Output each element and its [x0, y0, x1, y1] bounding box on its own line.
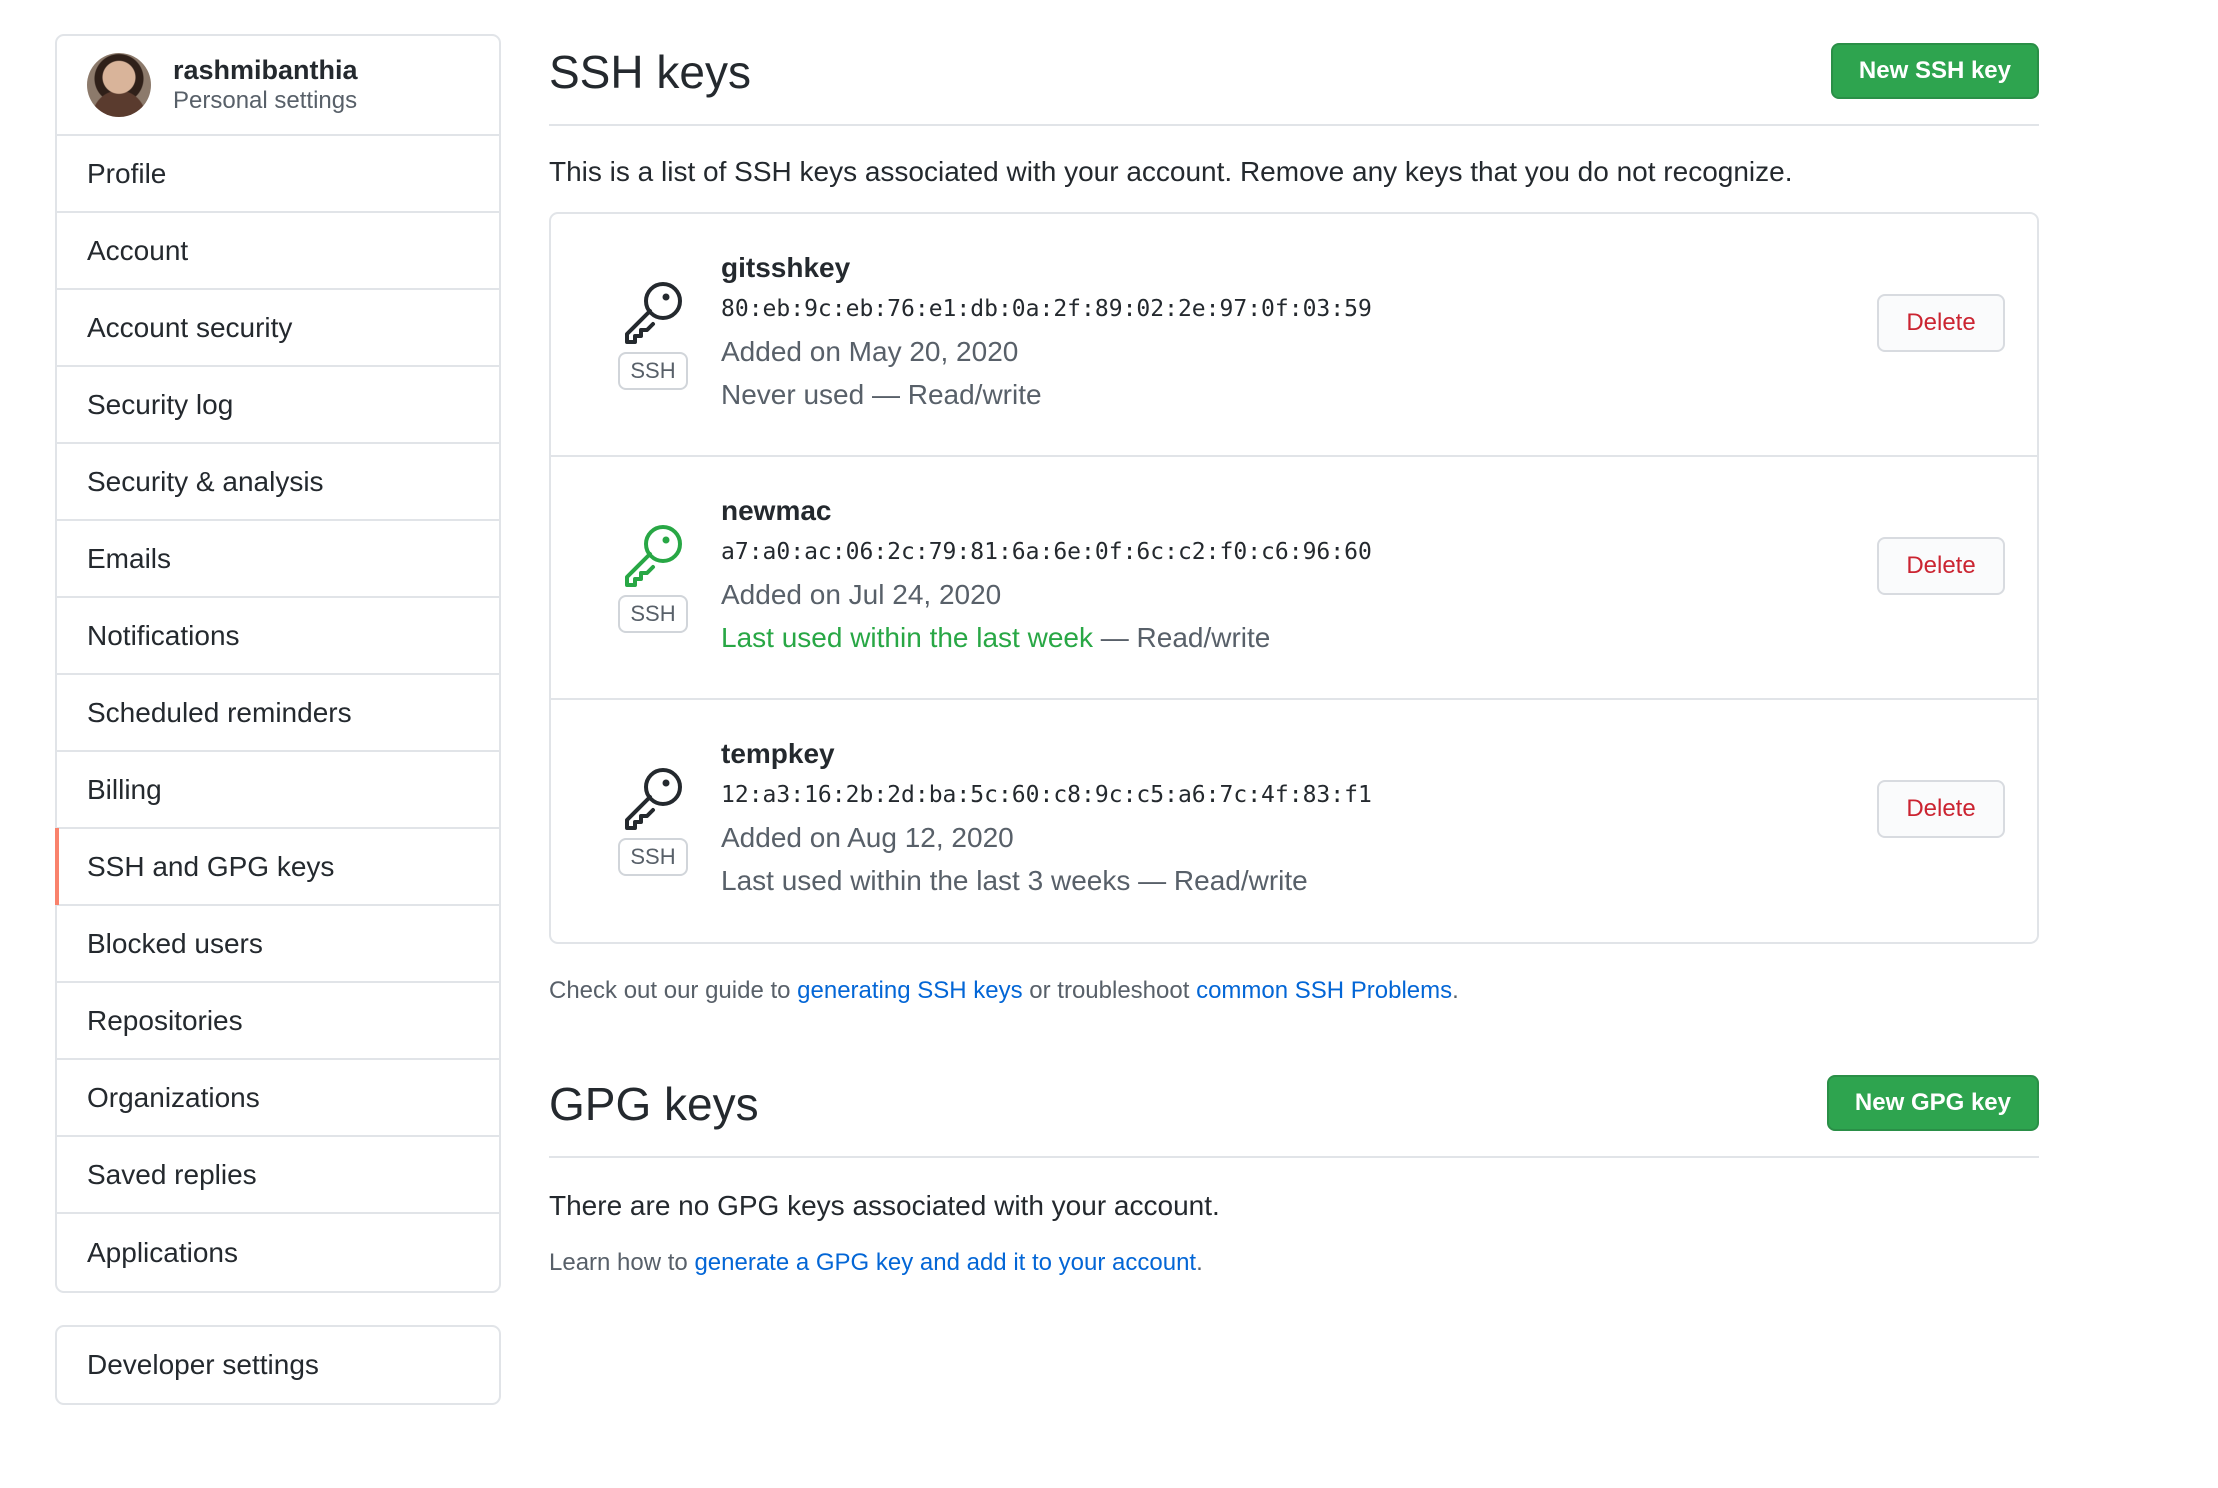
ssh-guide-text: Check out our guide to generating SSH ke…	[549, 974, 2039, 1008]
guide-prefix: Check out our guide to	[549, 977, 798, 1004]
new-gpg-key-button[interactable]: New GPG key	[1826, 1075, 2039, 1131]
user-name[interactable]: rashmibanthia	[173, 54, 358, 86]
key-fingerprint: a7:a0:ac:06:2c:79:81:6a:6e:0f:6c:c2:f0:c…	[721, 539, 1372, 565]
key-last-used: Last used within the last week	[721, 622, 1093, 653]
settings-menu: rashmibanthia Personal settings Profile …	[55, 34, 501, 1293]
sidebar-item-notifications[interactable]: Notifications	[57, 598, 499, 675]
ssh-keys-section: SSH keys New SSH key This is a list of S…	[549, 34, 2039, 1008]
key-added-date: Added on Jul 24, 2020	[721, 579, 1002, 610]
learn-suffix: .	[1196, 1249, 1203, 1276]
ssh-key-row: SSH tempkey 12:a3:16:2b:2d:ba:5c:60:c8:9…	[551, 700, 2037, 942]
sidebar-item-emails[interactable]: Emails	[57, 521, 499, 598]
key-added-date: Added on Aug 12, 2020	[721, 822, 1014, 853]
gpg-subhead: GPG keys New GPG key	[549, 1066, 2039, 1158]
developer-menu: Developer settings	[55, 1325, 501, 1405]
generate-gpg-key-link[interactable]: generate a GPG key and add it to your ac…	[694, 1249, 1196, 1276]
key-usage: Never used — Read/write	[721, 373, 1372, 416]
key-usage: Last used within the last 3 weeks — Read…	[721, 859, 1372, 902]
guide-suffix: .	[1452, 977, 1459, 1004]
guide-middle: or troubleshoot	[1022, 977, 1197, 1004]
key-badge: SSH	[615, 276, 691, 390]
key-fingerprint: 12:a3:16:2b:2d:ba:5c:60:c8:9c:c5:a6:7c:4…	[721, 782, 1372, 808]
learn-prefix: Learn how to	[549, 1249, 695, 1276]
settings-sidebar: rashmibanthia Personal settings Profile …	[55, 34, 501, 1405]
key-details: gitsshkey 80:eb:9c:eb:76:e1:db:0a:2f:89:…	[721, 248, 1372, 416]
avatar[interactable]	[87, 53, 151, 117]
sidebar-item-repositories[interactable]: Repositories	[57, 983, 499, 1060]
sidebar-item-scheduled-reminders[interactable]: Scheduled reminders	[57, 675, 499, 752]
ssh-key-row: SSH newmac a7:a0:ac:06:2c:79:81:6a:6e:0f…	[551, 457, 2037, 700]
main-content: SSH keys New SSH key This is a list of S…	[549, 34, 2039, 1280]
key-access: — Read/write	[1092, 622, 1271, 653]
sidebar-item-account[interactable]: Account	[57, 213, 499, 290]
ssh-subhead: SSH keys New SSH key	[549, 34, 2039, 126]
ssh-key-list: SSH gitsshkey 80:eb:9c:eb:76:e1:db:0a:2f…	[549, 212, 2039, 944]
sidebar-item-organizations[interactable]: Organizations	[57, 1060, 499, 1137]
generating-ssh-keys-link[interactable]: generating SSH keys	[797, 977, 1022, 1004]
key-icon	[625, 282, 682, 344]
new-ssh-key-button[interactable]: New SSH key	[1830, 43, 2039, 99]
gpg-keys-title: GPG keys	[549, 1078, 759, 1130]
sidebar-item-billing[interactable]: Billing	[57, 752, 499, 829]
sidebar-item-saved-replies[interactable]: Saved replies	[57, 1137, 499, 1214]
gpg-keys-section: GPG keys New GPG key There are no GPG ke…	[549, 1066, 2039, 1280]
key-badge: SSH	[615, 519, 691, 633]
ssh-type-label: SSH	[618, 595, 688, 633]
sidebar-item-security-analysis[interactable]: Security & analysis	[57, 444, 499, 521]
sidebar-item-developer-settings[interactable]: Developer settings	[57, 1327, 499, 1403]
key-access: — Read/write	[1130, 865, 1308, 896]
key-last-used: Last used within the last 3 weeks	[721, 865, 1131, 896]
gpg-empty-text: There are no GPG keys associated with yo…	[549, 1190, 1220, 1221]
sidebar-item-security-log[interactable]: Security log	[57, 367, 499, 444]
delete-key-button[interactable]: Delete	[1877, 537, 2005, 595]
user-header: rashmibanthia Personal settings	[57, 36, 499, 136]
delete-key-button[interactable]: Delete	[1877, 780, 2005, 838]
key-title: newmac	[721, 495, 832, 526]
key-icon	[625, 768, 682, 830]
user-info: rashmibanthia Personal settings	[173, 54, 358, 116]
key-fingerprint: 80:eb:9c:eb:76:e1:db:0a:2f:89:02:2e:97:0…	[721, 296, 1372, 322]
delete-key-button[interactable]: Delete	[1877, 294, 2005, 352]
key-title: gitsshkey	[721, 252, 851, 283]
ssh-type-label: SSH	[618, 352, 688, 390]
sidebar-item-applications[interactable]: Applications	[57, 1214, 499, 1291]
key-icon	[625, 525, 682, 587]
sidebar-item-blocked-users[interactable]: Blocked users	[57, 906, 499, 983]
key-last-used: Never used	[721, 379, 865, 410]
key-details: newmac a7:a0:ac:06:2c:79:81:6a:6e:0f:6c:…	[721, 491, 1372, 659]
ssh-intro-text: This is a list of SSH keys associated wi…	[549, 156, 1793, 187]
key-title: tempkey	[721, 738, 835, 769]
ssh-keys-title: SSH keys	[549, 46, 751, 98]
key-usage: Last used within the last week — Read/wr…	[721, 616, 1372, 659]
key-details: tempkey 12:a3:16:2b:2d:ba:5c:60:c8:9c:c5…	[721, 734, 1372, 902]
common-ssh-problems-link[interactable]: common SSH Problems	[1196, 977, 1452, 1004]
sidebar-item-profile[interactable]: Profile	[57, 136, 499, 213]
sidebar-item-ssh-gpg-keys[interactable]: SSH and GPG keys	[55, 828, 499, 906]
key-badge: SSH	[615, 762, 691, 876]
ssh-type-label: SSH	[618, 838, 688, 876]
sidebar-item-account-security[interactable]: Account security	[57, 290, 499, 367]
key-access: — Read/write	[864, 379, 1042, 410]
key-added-date: Added on May 20, 2020	[721, 336, 1019, 367]
user-subtitle: Personal settings	[173, 87, 358, 114]
gpg-learn-text: Learn how to generate a GPG key and add …	[549, 1246, 2039, 1280]
ssh-key-row: SSH gitsshkey 80:eb:9c:eb:76:e1:db:0a:2f…	[551, 214, 2037, 457]
